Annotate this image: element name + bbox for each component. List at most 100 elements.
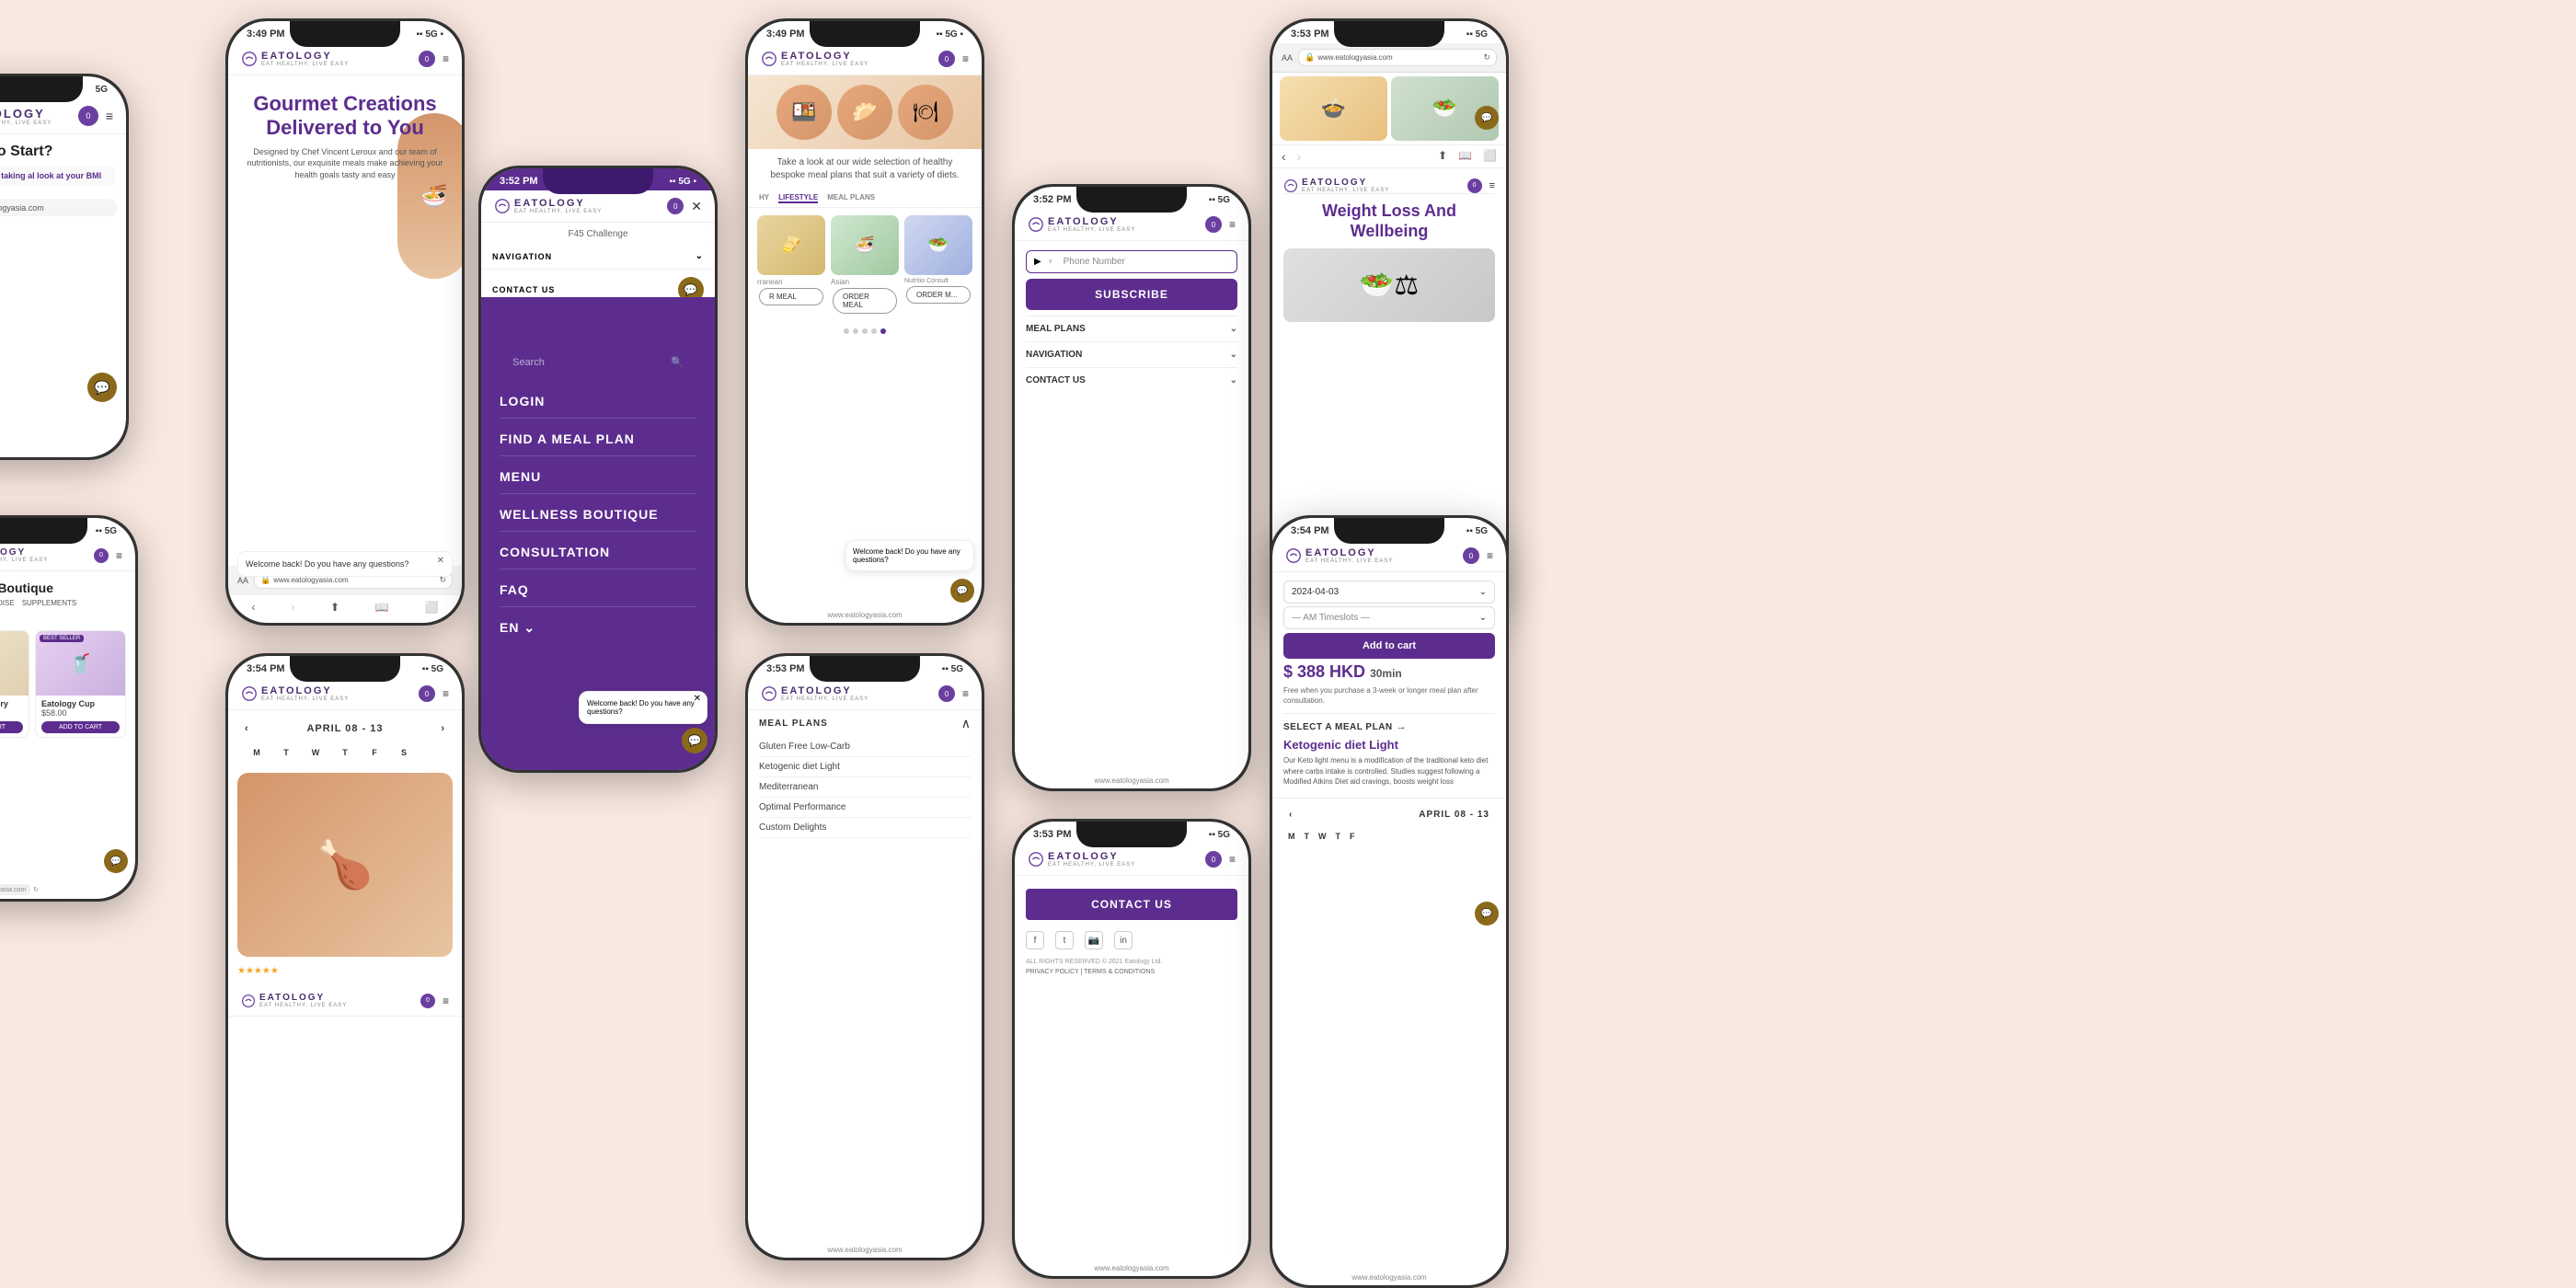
privacy-links[interactable]: PRIVACY POLICY | TERMS & CONDITIONS	[1026, 969, 1237, 975]
menu-login[interactable]: LOGIN	[500, 385, 696, 419]
menu-icon-4[interactable]: ≡	[116, 549, 122, 562]
menu-menu[interactable]: MENU	[500, 460, 696, 494]
phone-input-row[interactable]: ▶ ▼ Phone Number	[1026, 250, 1237, 273]
filter-merchandise[interactable]: MERCHANDISE	[0, 599, 15, 609]
search-bar[interactable]: Search 🔍	[500, 349, 696, 375]
menu-icon-7[interactable]: ≡	[962, 687, 969, 700]
close-chat-3[interactable]: ✕	[694, 694, 701, 704]
cal-prev-5[interactable]: ‹	[245, 723, 249, 734]
cart-icon-3[interactable]: 0	[667, 198, 684, 214]
cart-icon-2[interactable]: 0	[419, 51, 435, 67]
menu-icon-5b[interactable]: ≡	[443, 995, 449, 1007]
forward-icon-10[interactable]: ›	[1297, 149, 1302, 164]
product-img-2: BEST SELLER 🥤	[36, 631, 125, 696]
url-bar-1[interactable]: 🔒 www.eatologyasia.com	[0, 199, 117, 216]
tabs-icon-10[interactable]: ⬜	[1483, 149, 1497, 164]
meal-plans-chevron[interactable]: ∧	[961, 716, 971, 731]
meal-item-1[interactable]: Ketogenic diet Light	[759, 757, 971, 777]
close-icon-2[interactable]: ✕	[437, 556, 444, 566]
bookmark-icon-10[interactable]: 📖	[1458, 149, 1472, 164]
menu-icon-10b[interactable]: ≡	[1489, 180, 1495, 191]
meal-item-4[interactable]: Custom Delights	[759, 818, 971, 838]
forward-icon-2[interactable]: ›	[291, 601, 294, 614]
url-bar-4[interactable]: 🔒 www.eatologyasia.com	[0, 884, 30, 895]
linkedin-icon[interactable]: in	[1114, 931, 1133, 949]
add-to-cart-11[interactable]: Add to cart	[1283, 633, 1495, 659]
back-icon-2[interactable]: ‹	[251, 601, 255, 614]
cal-prev-11[interactable]: ‹	[1289, 810, 1293, 820]
cart-icon-8[interactable]: 0	[1205, 216, 1222, 233]
add-to-cart-2[interactable]: ADD TO CART	[41, 721, 120, 733]
close-menu-icon[interactable]: ✕	[691, 199, 702, 214]
twitter-icon[interactable]: t	[1055, 931, 1074, 949]
add-to-cart-1[interactable]: ADD TO CART	[0, 721, 23, 733]
cart-icon-1[interactable]: 0	[78, 106, 98, 126]
timeslot-selector[interactable]: — AM Timeslots — ⌄	[1283, 606, 1495, 629]
gourmet-desc: Designed by Chef Vincent Leroux and our …	[239, 146, 451, 181]
filter-supplements[interactable]: SUPPLEMENTS	[22, 599, 77, 609]
cal-next-5[interactable]: ›	[441, 723, 445, 734]
menu-lang[interactable]: EN ⌄	[500, 611, 696, 645]
tab-lifestyle[interactable]: LIFESTYLE	[778, 193, 818, 203]
nav-icons-2: ‹ › ⬆ 📖 ⬜	[228, 594, 462, 619]
cart-icon-5[interactable]: 0	[419, 685, 435, 702]
chat-popup-6: Welcome back! Do you have any questions?	[845, 540, 974, 571]
order-btn-med[interactable]: R MEAL	[759, 288, 823, 305]
chat-button-11[interactable]: 💬	[1475, 902, 1499, 926]
cart-icon-9[interactable]: 0	[1205, 851, 1222, 868]
menu-icon-2[interactable]: ≡	[443, 52, 449, 65]
bookmark-icon-2[interactable]: 📖	[375, 601, 389, 614]
cart-icon-6[interactable]: 0	[938, 51, 955, 67]
contact-us-btn[interactable]: CONTACT US	[1026, 889, 1237, 920]
menu-icon-8[interactable]: ≡	[1229, 218, 1236, 231]
menu-wellness[interactable]: WELLNESS BOUTIQUE	[500, 498, 696, 532]
order-btn-asian[interactable]: ORDER MEAL	[833, 288, 897, 314]
contact-section[interactable]: CONTACT US ⌄	[1026, 367, 1237, 393]
chat-button-10[interactable]: 💬	[1475, 106, 1499, 130]
nav-chevron: ⌄	[696, 251, 704, 261]
meal-item-0[interactable]: Gluten Free Low-Carb	[759, 737, 971, 757]
menu-icon-9[interactable]: ≡	[1229, 853, 1236, 866]
day-f: F	[1347, 829, 1358, 844]
address-bar-10[interactable]: 🔒 www.eatologyasia.com ↻	[1298, 49, 1497, 66]
cart-icon-10b[interactable]: 0	[1467, 178, 1482, 193]
chat-button-4[interactable]: 💬	[104, 849, 128, 873]
date-selector[interactable]: 2024-04-03 ⌄	[1283, 581, 1495, 604]
reload-icon-10[interactable]: ↻	[1483, 52, 1490, 63]
browser-nav-10: ‹ › ⬆ 📖 ⬜	[1272, 144, 1506, 168]
meal-plans-section[interactable]: MEAL PLANS ⌄	[1026, 316, 1237, 341]
meal-item-3[interactable]: Optimal Performance	[759, 798, 971, 818]
cart-icon-7[interactable]: 0	[938, 685, 955, 702]
facebook-icon[interactable]: f	[1026, 931, 1044, 949]
time-3: 3:52 PM	[500, 176, 538, 187]
tab-hy[interactable]: HY	[759, 193, 769, 203]
meal-item-2[interactable]: Mediterranean	[759, 777, 971, 798]
menu-icon-5[interactable]: ≡	[443, 687, 449, 700]
navigation-section[interactable]: NAVIGATION ⌄	[1026, 341, 1237, 367]
order-btn-nutrition[interactable]: ORDER M...	[906, 286, 971, 304]
cal-header-s: S	[390, 745, 418, 760]
cart-icon-11[interactable]: 0	[1463, 547, 1479, 564]
chat-popup-2: ✕ Welcome back! Do you have any question…	[237, 551, 453, 577]
menu-icon-1[interactable]: ≡	[106, 109, 113, 123]
cart-icon-4[interactable]: 0	[94, 548, 109, 563]
chat-button-6[interactable]: 💬	[950, 579, 974, 603]
menu-icon-11[interactable]: ≡	[1487, 549, 1493, 562]
back-icon-10[interactable]: ‹	[1282, 149, 1286, 164]
chat-button-1[interactable]: 💬	[87, 373, 117, 402]
share-icon-10[interactable]: ⬆	[1438, 149, 1447, 164]
nav-link[interactable]: NAVIGATION ⌄	[481, 244, 715, 270]
menu-find-meal[interactable]: FIND A MEAL PLAN	[500, 422, 696, 456]
tab-meal-plans[interactable]: MEAL PLANS	[827, 193, 875, 203]
reload-icon-4[interactable]: ↻	[33, 886, 39, 893]
cart-icon-5b[interactable]: 0	[420, 994, 435, 1008]
instagram-icon[interactable]: 📷	[1085, 931, 1103, 949]
menu-consultation[interactable]: CONSULTATION	[500, 535, 696, 569]
menu-faq[interactable]: FAQ	[500, 573, 696, 607]
menu-icon-6[interactable]: ≡	[962, 52, 969, 65]
chat-button-bottom-3[interactable]: 💬	[682, 728, 707, 753]
subscribe-btn[interactable]: SUBSCRIBE	[1026, 279, 1237, 310]
tabs-icon-2[interactable]: ⬜	[425, 601, 439, 614]
share-icon-2[interactable]: ⬆	[330, 601, 339, 614]
select-meal-arrow[interactable]: SELECT A MEAL PLAN →	[1283, 721, 1495, 732]
